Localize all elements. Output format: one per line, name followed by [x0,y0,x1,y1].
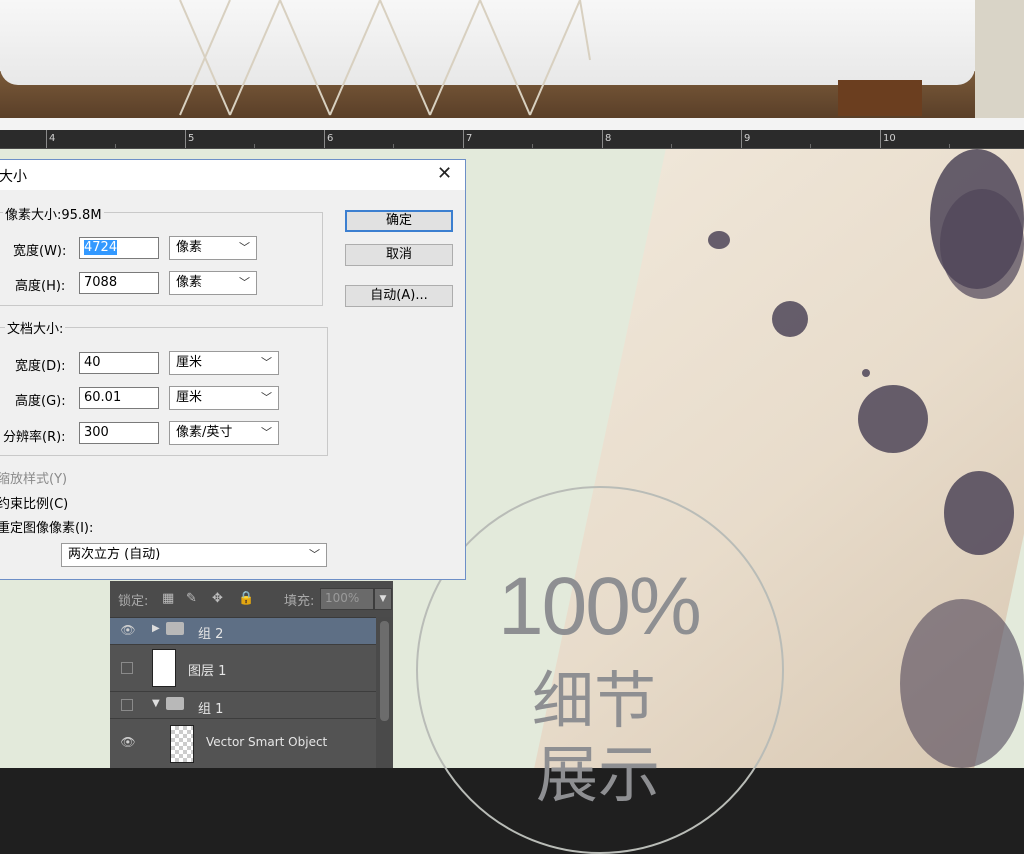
lock-label: 锁定: [118,594,149,609]
lock-transparent-icon[interactable]: ▦ [162,591,174,606]
ink-blot [944,471,1014,555]
lock-brush-icon[interactable]: ✎ [186,591,197,606]
visibility-checkbox[interactable] [121,662,133,674]
scale-styles-checkbox[interactable]: 缩放样式(Y) [0,468,67,487]
chevron-down-icon: ﹀ [239,276,250,289]
doc-width-label: 宽度(D): [15,359,66,374]
fill-input[interactable]: 100% [320,588,374,610]
layer-name[interactable]: Vector Smart Object [206,735,327,749]
chevron-down-icon: ﹀ [239,241,250,254]
wire-basket-icon [179,0,591,116]
doc-height-label: 高度(G): [15,394,66,409]
width-label: 宽度(W): [13,244,67,259]
ink-blot [772,301,808,337]
layer-thumbnail [170,725,194,763]
height-unit-select[interactable]: 像素 ﹀ [169,271,257,295]
chevron-down-icon: ﹀ [261,426,272,439]
layers-lock-row: 锁定: ▦ ✎ ✥ 🔒 填充: 100% ▼ [110,581,393,618]
ink-blot [858,385,928,453]
chevron-down-icon: ﹀ [261,356,272,369]
doc-height-unit-select[interactable]: 厘米 ﹀ [169,386,279,410]
folder-icon [166,622,184,635]
resample-checkbox[interactable]: 重定图像像素(I): [0,517,93,536]
ruler-label: 7 [466,133,473,144]
scrollbar-thumb[interactable] [380,621,389,721]
pixel-size-label: 像素大小:95.8M [3,204,104,223]
layer-thumbnail [152,649,176,687]
background-photo [0,0,1024,118]
layers-panel: 锁定: ▦ ✎ ✥ 🔒 填充: 100% ▼ 👁 ▶ 组 2 图层 1 ▼ 组 … [110,581,393,768]
lock-move-icon[interactable]: ✥ [212,591,223,606]
ink-blot [862,369,870,377]
folder-icon [166,697,184,710]
chevron-down-icon: ﹀ [309,548,320,561]
ink-blot [900,599,1024,768]
width-input[interactable]: 4724 [79,237,159,259]
height-input[interactable]: 7088 [79,272,159,294]
collapse-arrow-icon[interactable]: ▼ [152,698,160,709]
horizontal-ruler[interactable]: 4 5 6 7 8 9 10 [0,130,1024,149]
visibility-checkbox[interactable] [121,699,133,711]
layer-row-group1[interactable]: ▼ 组 1 [110,692,376,719]
ink-blot [708,231,730,249]
doc-width-unit-select[interactable]: 厘米 ﹀ [169,351,279,375]
fill-dropdown-button[interactable]: ▼ [374,588,392,610]
lock-all-icon[interactable]: 🔒 [238,591,254,606]
canvas-border [0,118,1024,130]
resample-method-select[interactable]: 两次立方 (自动) ﹀ [61,543,327,567]
height-label: 高度(H): [15,279,66,294]
layer-name[interactable]: 组 2 [198,623,223,642]
ruler-label: 4 [49,133,56,144]
wall [975,0,1024,118]
ruler-label: 9 [744,133,751,144]
doc-width-input[interactable]: 40 [79,352,159,374]
close-icon[interactable]: ✕ [437,163,452,184]
ruler-label: 6 [327,133,334,144]
width-unit-select[interactable]: 像素 ﹀ [169,236,257,260]
expand-arrow-icon[interactable]: ▶ [152,623,160,634]
fill-label: 填充: [284,594,315,609]
layer-name[interactable]: 图层 1 [188,660,226,679]
ok-button[interactable]: 确定 [345,210,453,232]
image-size-dialog: 大小 ✕ 像素大小:95.8M 宽度(W): 4724 像素 ﹀ 高度(H): 7… [0,159,466,580]
detail-subtitle-text: 展示 [536,738,661,811]
ruler-label: 10 [883,133,896,144]
layer-name[interactable]: 组 1 [198,698,223,717]
dialog-title: 大小 [0,169,27,185]
chevron-down-icon: ﹀ [261,391,272,404]
ruler-label: 8 [605,133,612,144]
layer-row-vector-smart-object[interactable]: 👁 Vector Smart Object [110,719,376,768]
auto-button[interactable]: 自动(A)... [345,285,453,307]
document-size-label: 文档大小: [5,318,66,337]
eye-icon[interactable]: 👁 [118,735,138,749]
ruler-label: 5 [188,133,195,144]
constrain-proportions-checkbox[interactable]: 约束比例(C) [0,493,68,512]
layer-row-group2[interactable]: 👁 ▶ 组 2 [110,618,376,645]
resolution-unit-select[interactable]: 像素/英寸 ﹀ [169,421,279,445]
ink-blot [940,189,1024,299]
cancel-button[interactable]: 取消 [345,244,453,266]
dialog-titlebar[interactable]: 大小 ✕ [0,160,465,190]
detail-percent-text: 100% [498,561,702,652]
eye-icon[interactable]: 👁 [118,623,138,637]
layers-scrollbar[interactable] [376,617,393,768]
resolution-label: 分辨率(R): [3,430,66,445]
sofa-leg [838,80,922,116]
layer-row-layer1[interactable]: 图层 1 [110,645,376,692]
resolution-input[interactable]: 300 [79,422,159,444]
doc-height-input[interactable]: 60.01 [79,387,159,409]
